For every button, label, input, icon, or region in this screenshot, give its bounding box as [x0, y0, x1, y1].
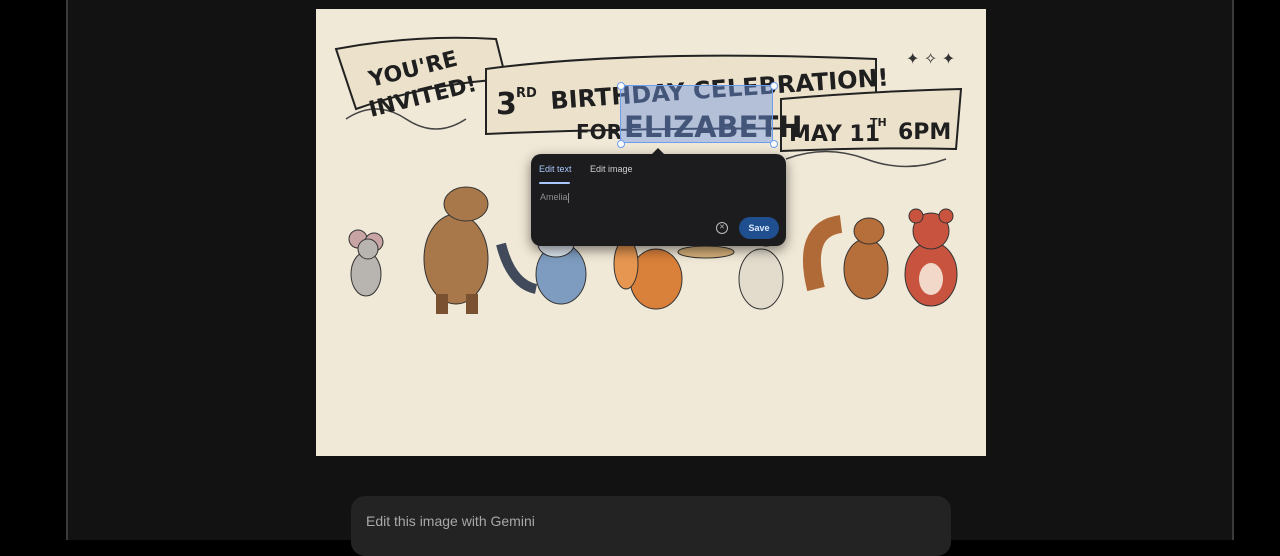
- gemini-prompt-bar[interactable]: Edit this image with Gemini: [351, 496, 951, 556]
- squirrel-icon: [802, 215, 889, 300]
- edit-text-value: Amelia: [540, 192, 568, 202]
- selection-handle-tr[interactable]: [770, 82, 778, 90]
- date-suffix: TH: [870, 116, 887, 129]
- fox-icon: [613, 238, 735, 310]
- selection-handle-tl[interactable]: [617, 82, 625, 90]
- mouse-icon: [348, 229, 384, 297]
- active-tab-indicator: [539, 182, 570, 184]
- for-label: FOR: [576, 120, 622, 144]
- edit-popover: Edit text Edit image Amelia ✕ Save: [531, 148, 786, 246]
- text-selection-box[interactable]: [620, 85, 773, 143]
- time-text: 6PM: [898, 120, 951, 145]
- tab-edit-text[interactable]: Edit text: [539, 164, 572, 174]
- edit-text-input[interactable]: Amelia: [540, 192, 569, 203]
- popover-caret: [652, 148, 664, 154]
- selection-handle-br[interactable]: [770, 140, 778, 148]
- prompt-placeholder: Edit this image with Gemini: [366, 513, 535, 529]
- bear-icon: [904, 208, 958, 307]
- age-number: 3: [496, 87, 517, 122]
- sparkle-icon: ✦ ✧ ✦: [906, 51, 955, 68]
- text-cursor: [567, 192, 569, 203]
- save-button[interactable]: Save: [739, 217, 779, 239]
- capybara-icon: [423, 186, 489, 314]
- selection-handle-bl[interactable]: [617, 140, 625, 148]
- age-suffix: RD: [516, 86, 537, 101]
- date-text: MAY 11: [789, 122, 880, 147]
- clear-circle-icon[interactable]: ✕: [716, 222, 728, 234]
- tab-edit-image[interactable]: Edit image: [590, 164, 633, 174]
- flourish-right: [785, 150, 947, 168]
